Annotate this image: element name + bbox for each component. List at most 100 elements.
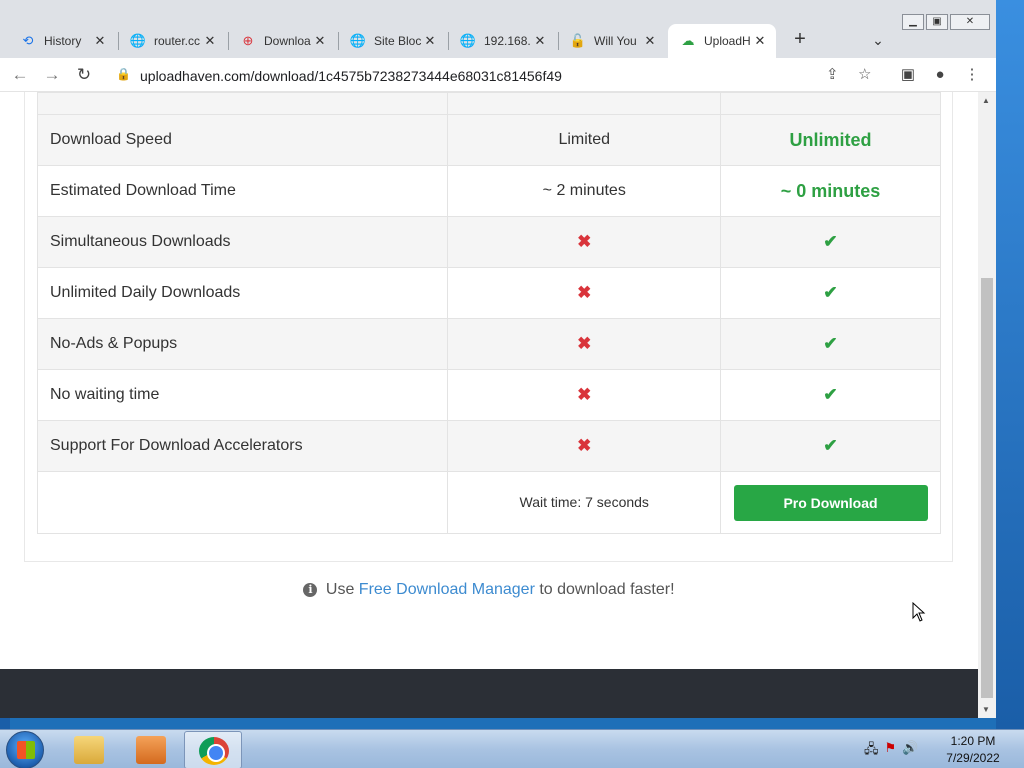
table-row [36,92,941,115]
scroll-down-icon[interactable]: ▼ [982,705,990,714]
close-window-button[interactable]: ✕ [950,14,990,30]
tab-search-chevron-icon[interactable]: ⌄ [866,28,890,52]
info-icon: i [303,583,318,597]
window-controls: ▁ ▣ ✕ [902,14,992,30]
taskbar-chrome[interactable] [184,731,242,768]
taskbar-explorer[interactable] [60,731,118,768]
tab-192[interactable]: 🌐 192.168. ✕ [448,24,556,58]
feature-label: Estimated Download Time [36,165,449,217]
close-icon[interactable]: ✕ [642,33,658,49]
check-icon: ✔ [823,436,838,455]
table-row: Wait time: 7 seconds Pro Download [36,471,941,534]
fdm-notice: i Use Free Download Manager to download … [0,581,978,599]
wait-time-text: Wait time: 7 seconds [519,493,649,510]
close-icon[interactable]: ✕ [422,33,438,49]
close-icon[interactable]: ✕ [752,33,768,49]
history-icon: ⟲ [22,33,34,48]
minimize-button[interactable]: ▁ [902,14,924,30]
cross-icon: ✖ [577,436,592,455]
check-icon: ✔ [823,334,838,353]
tab-uploadhaven[interactable]: ☁ UploadH ✕ [668,24,776,58]
lock-red-icon: 🔓 [569,33,587,48]
new-tab-button[interactable]: + [788,28,812,52]
folder-icon [74,736,104,764]
lifebuoy-icon: ⊕ [242,33,254,48]
globe-icon: 🌐 [129,33,147,48]
start-button[interactable] [6,731,44,768]
table-row: Simultaneous Downloads ✖ ✔ [36,216,941,268]
media-player-icon [136,736,166,764]
fdm-prefix: Use [325,581,355,598]
tab-history[interactable]: ⟲ History ✕ [8,24,116,58]
maximize-button[interactable]: ▣ [926,14,948,30]
tab-site-blocker[interactable]: 🌐 Site Bloc ✕ [338,24,446,58]
tab-download[interactable]: ⊕ Downloa ✕ [228,24,336,58]
menu-kebab-icon[interactable]: ⋮ [960,63,984,87]
check-icon: ✔ [823,385,838,404]
tab-title: UploadH [704,34,751,48]
fdm-link[interactable]: Free Download Manager [359,581,535,598]
address-bar[interactable]: 🔒 uploadhaven.com/download/1c4575b723827… [106,61,886,89]
browser-window: ⟲ History ✕ 🌐 router.cc ✕ ⊕ Downloa ✕ 🌐 … [0,0,996,718]
browser-toolbar: ← → ↻ 🔒 uploadhaven.com/download/1c4575b… [0,58,996,92]
share-icon[interactable]: ⇪ [826,65,839,83]
bookmark-star-icon[interactable]: ☆ [858,65,871,83]
pro-download-button[interactable]: Pro Download [733,484,928,521]
check-icon: ✔ [823,283,838,302]
tab-title: router.cc [154,34,201,48]
page-viewport: Download Speed Limited Unlimited Estimat… [0,92,978,718]
feature-label: Unlimited Daily Downloads [36,267,449,319]
pro-value: ~ 0 minutes [720,165,941,217]
table-row: No-Ads & Popups ✖ ✔ [36,318,941,370]
page-footer [0,669,978,718]
table-row: Download Speed Limited Unlimited [36,114,941,166]
desktop-background-right [996,0,1024,730]
cross-icon: ✖ [577,283,592,302]
vertical-scrollbar[interactable]: ▲ ▼ [978,92,996,718]
comparison-table: Download Speed Limited Unlimited Estimat… [36,92,941,534]
pro-value: Unlimited [720,114,941,166]
back-arrow-icon[interactable]: ← [8,63,32,87]
clock-time: 1:20 PM [950,734,996,748]
close-icon[interactable]: ✕ [202,33,218,49]
feature-label: Simultaneous Downloads [36,216,449,268]
close-icon[interactable]: ✕ [312,33,328,49]
action-center-flag-icon[interactable]: ⚑ [885,740,897,762]
cross-icon: ✖ [577,385,592,404]
taskbar: 🖧 ⚑ 🔊 1:20 PM 7/29/2022 [0,729,1024,768]
tab-title: 192.168. [484,34,531,48]
cross-icon: ✖ [577,334,592,353]
table-row: Estimated Download Time ~ 2 minutes ~ 0 … [36,165,941,217]
windows-logo-icon [17,741,35,759]
close-icon[interactable]: ✕ [92,33,108,49]
tab-will-you[interactable]: 🔓 Will You ✕ [558,24,666,58]
globe-icon: 🌐 [459,33,477,48]
clock[interactable]: 1:20 PM 7/29/2022 [940,733,1006,767]
feature-label: No-Ads & Popups [36,318,449,370]
tab-title: History [44,34,82,48]
feature-label: No waiting time [36,369,449,421]
tab-title: Will You [594,34,637,48]
tab-router[interactable]: 🌐 router.cc ✕ [118,24,226,58]
check-icon: ✔ [823,232,838,251]
volume-icon[interactable]: 🔊 [902,740,918,762]
uploadhaven-icon: ☁ [681,33,695,48]
tab-strip: ⟲ History ✕ 🌐 router.cc ✕ ⊕ Downloa ✕ 🌐 … [0,0,996,58]
free-value: Limited [447,114,722,166]
table-row: Unlimited Daily Downloads ✖ ✔ [36,267,941,319]
network-icon[interactable]: 🖧 [864,740,879,762]
side-panel-icon[interactable]: ▣ [896,63,920,87]
profile-avatar-icon[interactable]: ● [928,63,952,87]
chrome-icon [199,737,229,765]
tab-title: Site Bloc [374,34,422,48]
lock-icon: 🔒 [116,67,131,81]
mouse-cursor-icon [912,602,926,622]
scrollbar-thumb[interactable] [981,278,993,698]
taskbar-media-player[interactable] [122,731,180,768]
comparison-panel: Download Speed Limited Unlimited Estimat… [24,92,953,562]
tab-title: Downloa [264,34,311,48]
reload-icon[interactable]: ↻ [72,63,96,87]
scroll-up-icon[interactable]: ▲ [982,96,990,105]
close-icon[interactable]: ✕ [532,33,548,49]
forward-arrow-icon[interactable]: → [40,63,64,87]
